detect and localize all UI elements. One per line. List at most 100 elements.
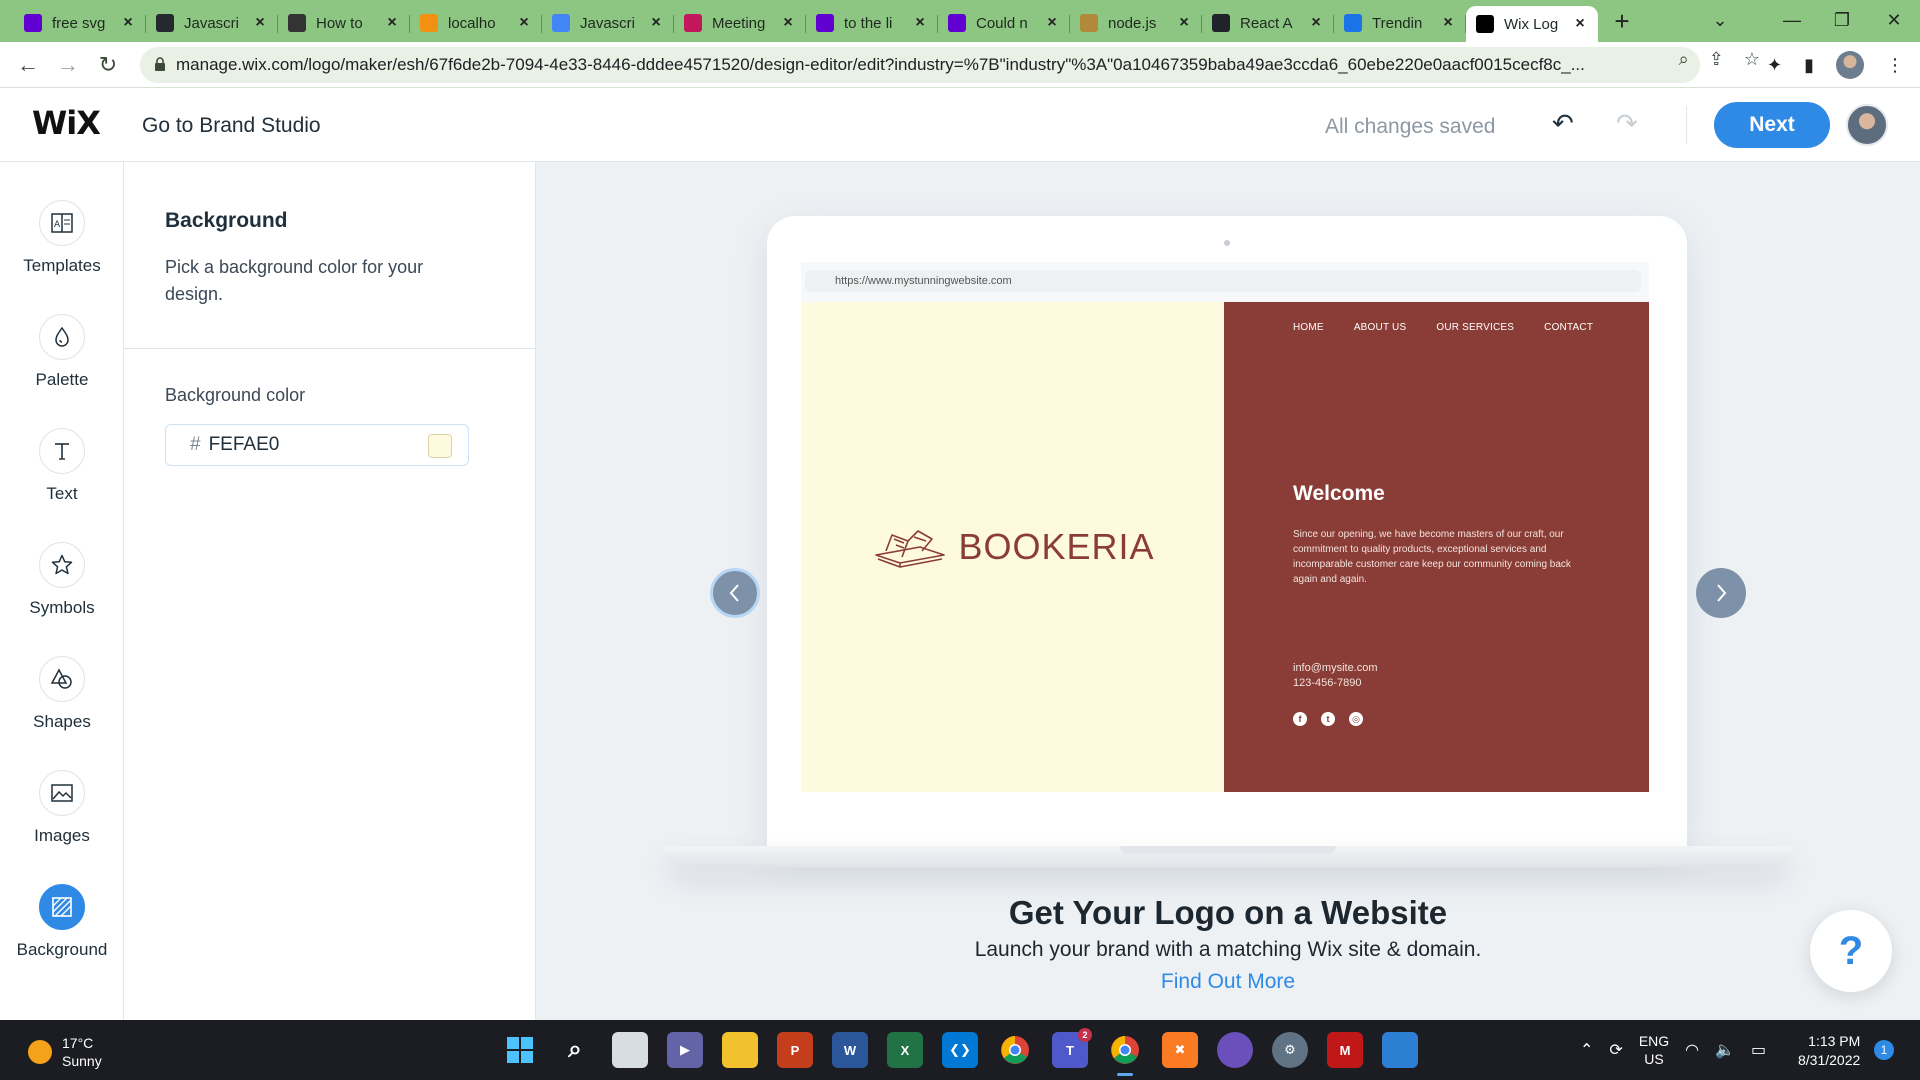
browser-tab[interactable]: Meeting × [674, 6, 806, 40]
time: 1:13 PM [1808, 1033, 1861, 1049]
tab-close-icon[interactable]: × [1308, 14, 1324, 32]
eclipse-icon[interactable] [1217, 1032, 1253, 1068]
weather-widget[interactable]: 17°C Sunny [28, 1034, 102, 1070]
tab-close-icon[interactable]: × [1572, 15, 1588, 33]
preview-nav-item: OUR SERVICES [1436, 322, 1515, 333]
browser-tab[interactable]: to the li × [806, 6, 938, 40]
reload-button[interactable]: ↻ [90, 47, 126, 83]
browser-tab[interactable]: How to × [278, 6, 410, 40]
close-window-button[interactable]: ✕ [1866, 0, 1920, 40]
panel-description: Pick a background color for your design. [165, 257, 424, 304]
previous-arrow-button[interactable] [710, 568, 760, 618]
wix-icon [1476, 15, 1494, 33]
tab-close-icon[interactable]: × [912, 14, 928, 32]
tab-close-icon[interactable]: × [648, 14, 664, 32]
rail-item-palette[interactable]: Palette [0, 314, 124, 414]
browser-tab[interactable]: Javascri × [146, 6, 278, 40]
hex-color-input[interactable] [208, 434, 389, 456]
undo-icon[interactable]: ↶ [1552, 108, 1574, 139]
windows-start-icon[interactable] [502, 1032, 538, 1068]
next-button[interactable]: Next [1714, 102, 1830, 148]
go-to-brand-studio-link[interactable]: Go to Brand Studio [142, 114, 321, 138]
browser-tab[interactable]: Could n × [938, 6, 1070, 40]
restore-button[interactable]: ❐ [1814, 0, 1870, 40]
word-icon[interactable]: W [832, 1032, 868, 1068]
chevron-up-icon[interactable]: ⌃ [1580, 1040, 1593, 1060]
browser-tab[interactable]: Javascri × [542, 6, 674, 40]
back-button[interactable]: ← [10, 47, 46, 83]
rail-item-symbols[interactable]: Symbols [0, 542, 124, 642]
chrome-icon[interactable] [997, 1032, 1033, 1068]
minimize-button[interactable]: — [1764, 0, 1820, 40]
powerpoint-icon[interactable]: P [777, 1032, 813, 1068]
search-icon[interactable]: ⌕ [557, 1032, 593, 1068]
save-status: All changes saved [1325, 115, 1496, 138]
tab-close-icon[interactable]: × [1440, 14, 1456, 32]
bookmark-star-icon[interactable]: ☆ [1744, 49, 1760, 70]
find-out-more-link[interactable]: Find Out More [536, 970, 1920, 994]
tab-title: free svg [52, 14, 106, 32]
browser-tab[interactable]: node.js × [1070, 6, 1202, 40]
tab-close-icon[interactable]: × [1044, 14, 1060, 32]
language-indicator[interactable]: ENG US [1639, 1032, 1669, 1068]
tab-close-icon[interactable]: × [780, 14, 796, 32]
settings-gear-icon[interactable]: ⚙ [1272, 1032, 1308, 1068]
task-view-icon[interactable] [612, 1032, 648, 1068]
chrome-menu-icon[interactable]: ⋮ [1886, 55, 1904, 76]
extensions-icon[interactable]: ✦ [1767, 55, 1782, 76]
browser-tab[interactable]: React A × [1202, 6, 1334, 40]
browser-tab[interactable]: Wix Log × [1466, 6, 1598, 42]
wix-logo[interactable]: WiX [32, 104, 101, 142]
tab-title: Wix Log [1504, 15, 1559, 33]
excel-icon[interactable]: X [887, 1032, 923, 1068]
tab-title: to the li [844, 14, 893, 32]
shapes-icon [39, 656, 85, 702]
help-button[interactable]: ? [1810, 910, 1892, 992]
github-icon [156, 14, 174, 32]
forward-button[interactable]: → [50, 47, 86, 83]
tab-search-chevron-icon[interactable]: ⌄ [1692, 0, 1748, 40]
rail-item-text[interactable]: Text [0, 428, 124, 528]
twitter-icon: t [1321, 712, 1335, 726]
docs-icon [552, 14, 570, 32]
sync-icon[interactable]: ⟳ [1609, 1040, 1622, 1060]
wifi-icon[interactable]: ◠ [1685, 1040, 1699, 1060]
header-divider [1686, 106, 1687, 144]
file-explorer-icon[interactable] [722, 1032, 758, 1068]
tab-title: React A [1240, 14, 1293, 32]
background-color-field[interactable]: # [165, 424, 469, 466]
battery-icon[interactable]: ▭ [1751, 1040, 1766, 1060]
chrome-profile-icon[interactable] [1107, 1032, 1143, 1076]
mcafee-icon[interactable]: M [1327, 1032, 1363, 1068]
xampp-icon[interactable]: ✖ [1162, 1032, 1198, 1068]
tab-close-icon[interactable]: × [384, 14, 400, 32]
tab-close-icon[interactable]: × [516, 14, 532, 32]
rail-item-templates[interactable]: A Templates [0, 200, 124, 300]
tab-close-icon[interactable]: × [252, 14, 268, 32]
profile-avatar[interactable] [1836, 51, 1864, 79]
rail-item-shapes[interactable]: Shapes [0, 656, 124, 756]
tab-close-icon[interactable]: × [1176, 14, 1192, 32]
color-swatch[interactable] [428, 434, 452, 458]
teams-chat-icon[interactable]: ▶ [667, 1032, 703, 1068]
clock[interactable]: 1:13 PM 8/31/2022 [1798, 1032, 1860, 1070]
rail-item-images[interactable]: Images [0, 770, 124, 870]
photos-icon[interactable] [1382, 1032, 1418, 1068]
side-panel-icon[interactable]: ▮ [1804, 55, 1814, 76]
zoom-icon[interactable]: ⌕ [1679, 49, 1689, 70]
browser-tab[interactable]: Trendin × [1334, 6, 1466, 40]
next-arrow-button[interactable] [1696, 568, 1746, 618]
new-tab-button[interactable]: + [1604, 3, 1640, 39]
rail-item-background[interactable]: Background [0, 884, 124, 984]
volume-icon[interactable]: 🔈 [1715, 1040, 1735, 1060]
teams-icon[interactable]: T2 [1052, 1028, 1092, 1068]
vscode-icon[interactable]: ❮❯ [942, 1032, 978, 1068]
notification-badge[interactable]: 1 [1874, 1040, 1894, 1060]
tab-close-icon[interactable]: × [120, 14, 136, 32]
address-bar[interactable]: manage.wix.com/logo/maker/esh/67f6de2b-7… [140, 47, 1700, 83]
browser-tab[interactable]: free svg × [14, 6, 146, 40]
redo-icon[interactable]: ↷ [1616, 108, 1638, 139]
share-icon[interactable]: ⇪ [1709, 49, 1724, 70]
browser-tab[interactable]: localho × [410, 6, 542, 40]
user-avatar[interactable] [1846, 104, 1888, 146]
